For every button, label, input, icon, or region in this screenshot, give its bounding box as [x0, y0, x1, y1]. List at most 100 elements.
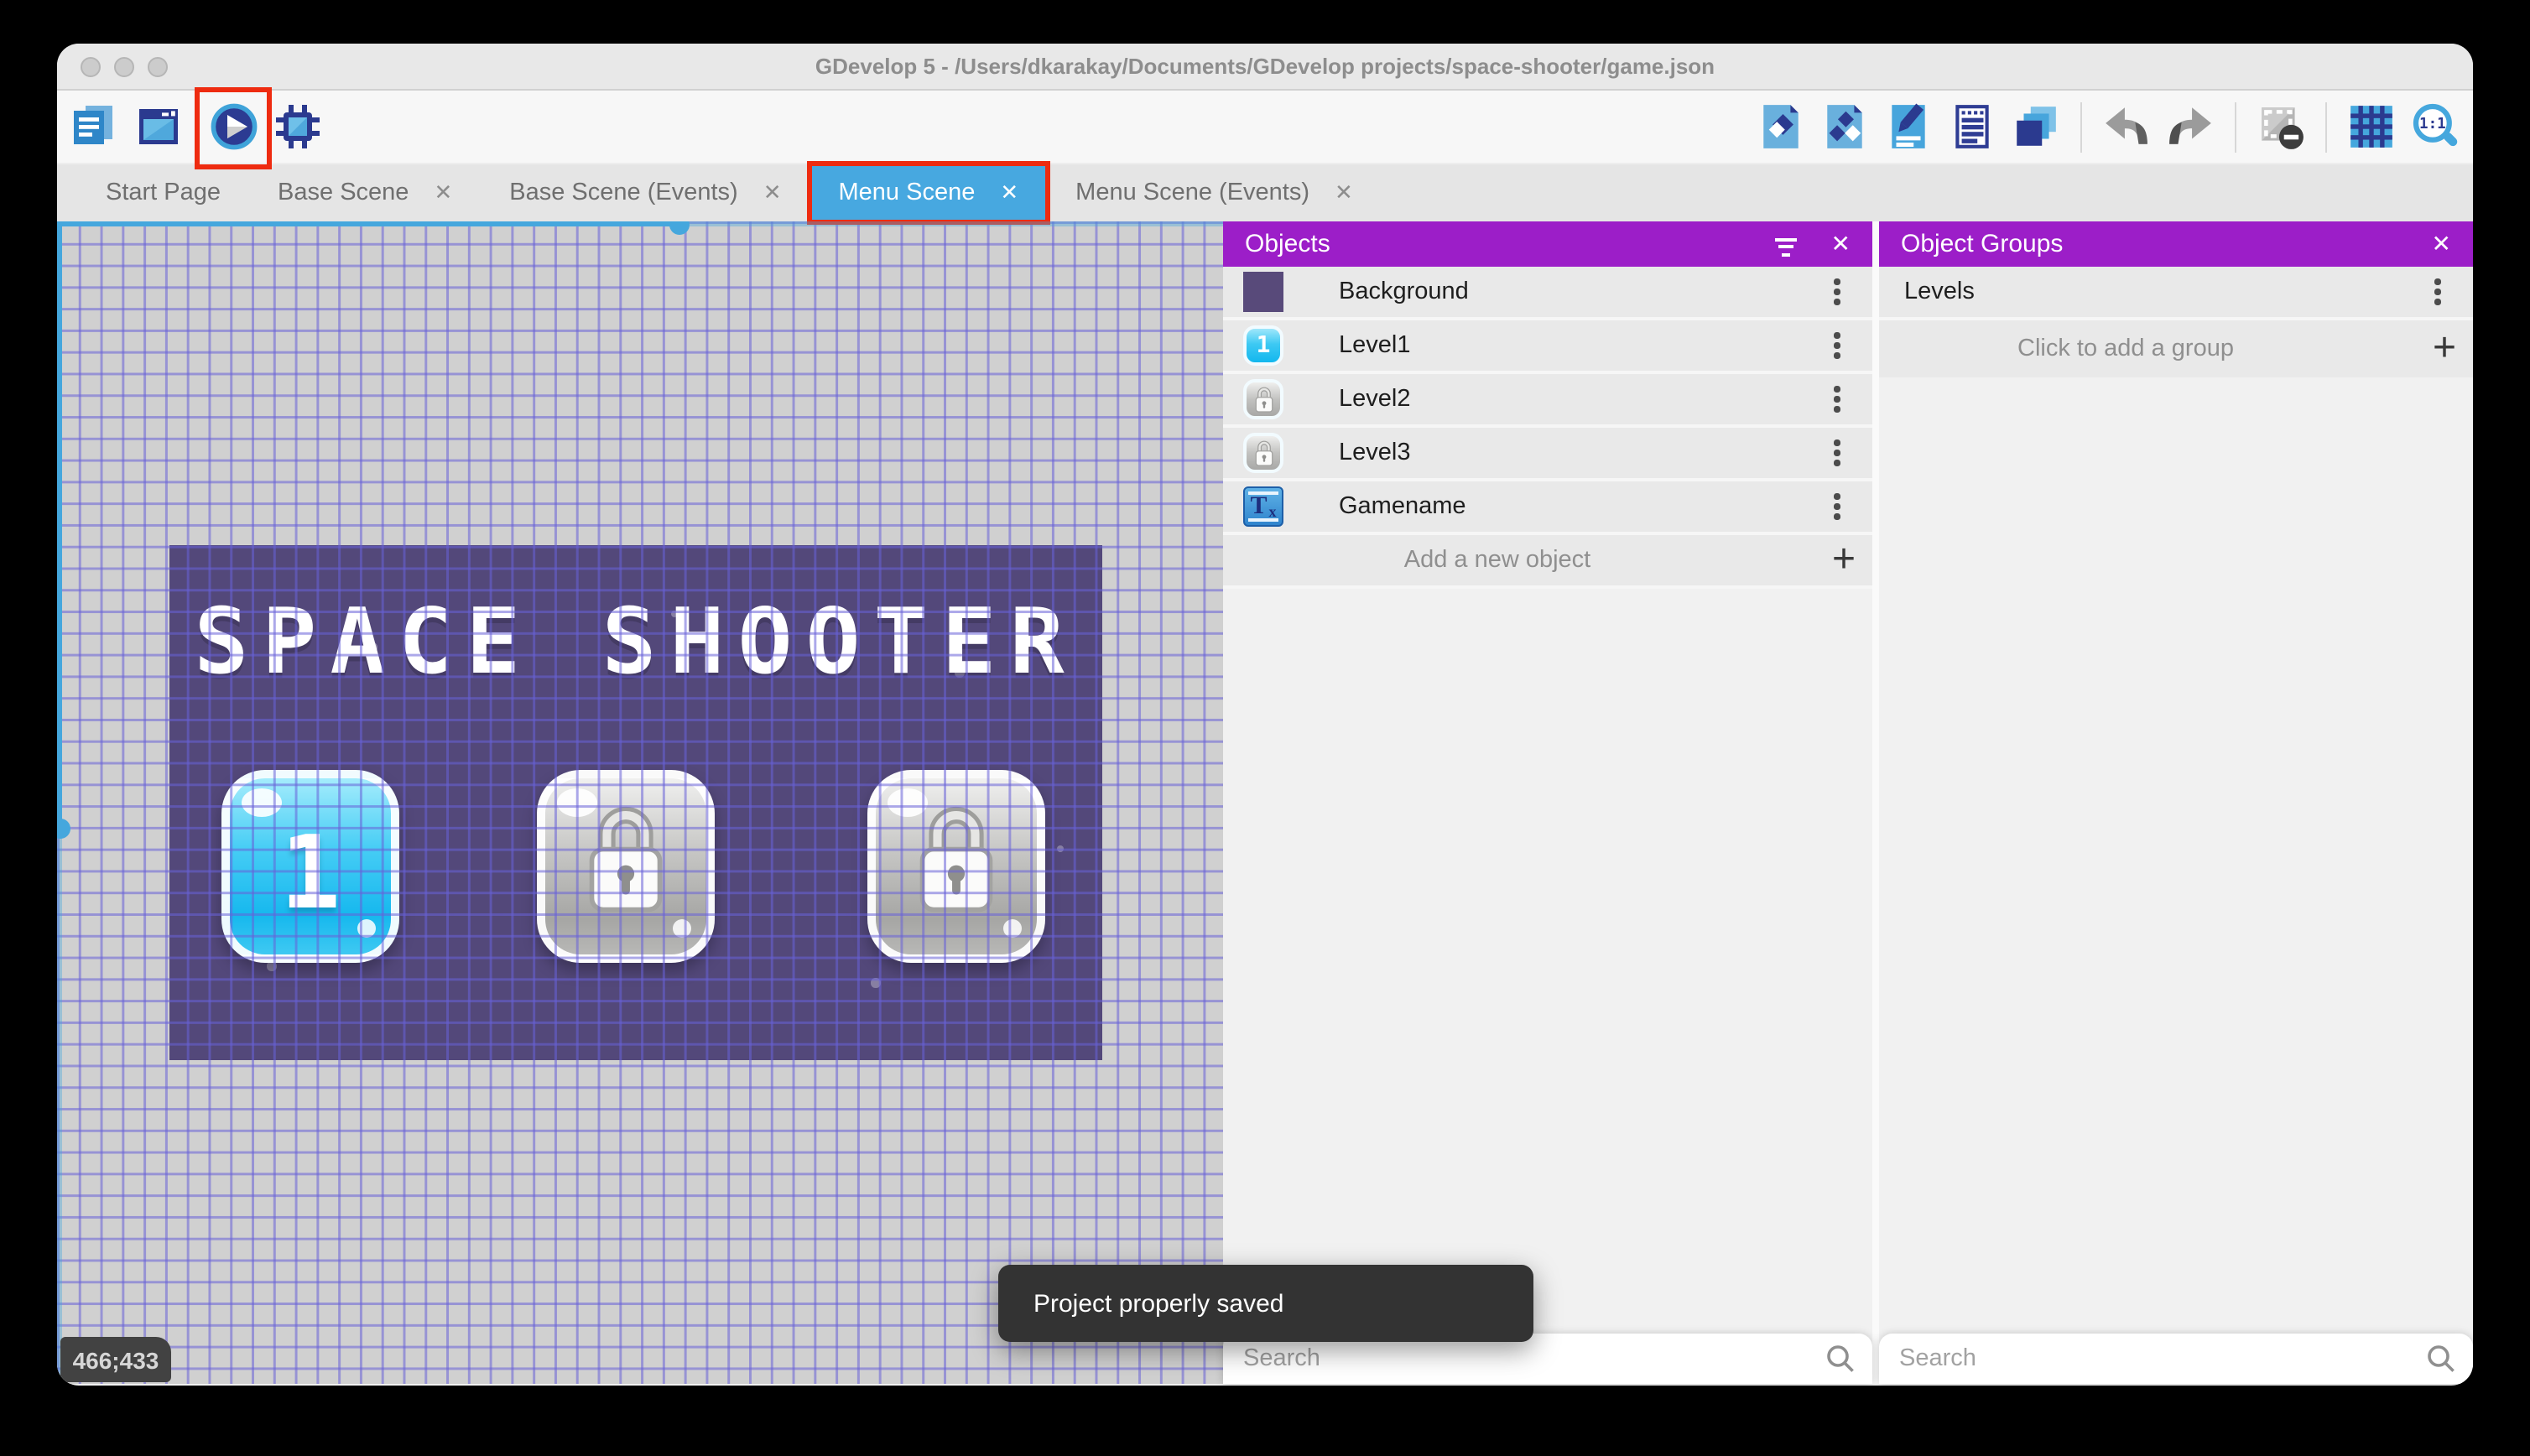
object-thumbnail — [1243, 433, 1283, 473]
scene-game-title-text[interactable]: SPACE SHOOTER — [169, 589, 1102, 694]
level3-button-instance[interactable] — [867, 770, 1045, 963]
properties-icon — [1892, 103, 1925, 148]
add-group-row[interactable]: Click to add a group + — [1879, 320, 2473, 377]
level1-button-instance[interactable]: 1 — [221, 770, 399, 963]
tab-menu-scene-events[interactable]: Menu Scene (Events) ✕ — [1047, 164, 1382, 221]
window-controls — [81, 57, 168, 77]
object-name: Level1 — [1339, 332, 1411, 359]
window-close-button[interactable] — [81, 57, 101, 77]
plus-icon[interactable]: + — [1832, 539, 1856, 580]
tab-menu-scene[interactable]: Menu Scene ✕ — [806, 161, 1051, 225]
tab-close-icon[interactable]: ✕ — [763, 179, 782, 206]
add-group-label: Click to add a group — [2017, 335, 2234, 362]
panel-divider[interactable] — [1872, 221, 1879, 1384]
open-objects-editor-button[interactable] — [1757, 102, 1805, 151]
scene-toolbar-icons: 1:1 — [1757, 91, 2460, 163]
object-thumbnail: Tx — [1243, 486, 1283, 527]
zoom-reset-button[interactable]: 1:1 — [2411, 102, 2460, 151]
lock-icon — [545, 802, 706, 919]
open-properties-button[interactable] — [1884, 102, 1933, 151]
open-object-groups-editor-button[interactable] — [1820, 102, 1869, 151]
add-object-row[interactable]: Add a new object + — [1223, 535, 1872, 589]
kebab-menu-icon[interactable] — [1822, 490, 1852, 523]
object-row-level2[interactable]: Level2 — [1223, 374, 1872, 428]
object-groups-search-input[interactable] — [1879, 1334, 2413, 1384]
debugger-button[interactable] — [273, 102, 322, 151]
search-icon — [2428, 1345, 2455, 1372]
horizontal-scrollbar-thumb[interactable] — [669, 221, 690, 235]
vertical-scrollbar-thumb[interactable] — [57, 819, 70, 839]
titlebar: GDevelop 5 - /Users/dkarakay/Documents/G… — [57, 44, 2473, 91]
window-minimize-button[interactable] — [114, 57, 134, 77]
horizontal-scrollbar-track[interactable] — [57, 221, 679, 226]
toggle-grid-button[interactable] — [2347, 102, 2396, 151]
group-row-levels[interactable]: Levels — [1879, 267, 2473, 320]
project-manager-button[interactable] — [69, 102, 117, 151]
objects-panel-header: Objects ✕ — [1223, 221, 1872, 267]
filter-icon[interactable] — [1772, 231, 1799, 258]
kebab-menu-icon[interactable] — [2423, 275, 2453, 309]
object-row-level3[interactable]: Level3 — [1223, 428, 1872, 481]
tab-close-icon[interactable]: ✕ — [1335, 179, 1353, 206]
plus-icon[interactable]: + — [2433, 328, 2456, 369]
tab-base-scene-events[interactable]: Base Scene (Events) ✕ — [481, 164, 809, 221]
debug-icon — [276, 105, 320, 148]
toast-message: Project properly saved — [1033, 1289, 1284, 1318]
gdevelop-window: GDevelop 5 - /Users/dkarakay/Documents/G… — [57, 44, 2473, 1386]
object-row-background[interactable]: Background — [1223, 267, 1872, 320]
redo-button[interactable] — [2166, 102, 2215, 151]
svg-text:1:1: 1:1 — [2419, 116, 2446, 133]
object-name: Level3 — [1339, 439, 1411, 466]
editor-tabs: Start Page Base Scene ✕ Base Scene (Even… — [57, 161, 2473, 225]
toolbar-separator — [2080, 101, 2082, 152]
undo-icon — [2106, 107, 2147, 144]
object-groups-panel-header: Object Groups ✕ — [1879, 221, 2473, 267]
window-zoom-button[interactable] — [148, 57, 168, 77]
tab-base-scene[interactable]: Base Scene ✕ — [249, 164, 481, 221]
close-icon[interactable]: ✕ — [1831, 221, 1851, 267]
scene-background-instance[interactable]: SPACE SHOOTER 1 — [169, 545, 1102, 1060]
tab-close-icon[interactable]: ✕ — [434, 179, 452, 206]
close-icon[interactable]: ✕ — [2432, 221, 2451, 267]
add-object-label: Add a new object — [1403, 547, 1591, 574]
scene-stars — [169, 545, 173, 549]
save-toast: Project properly saved — [998, 1265, 1533, 1342]
kebab-menu-icon[interactable] — [1822, 275, 1852, 309]
object-groups-editor-icon — [1827, 105, 1862, 148]
preview-window-button[interactable] — [134, 102, 183, 151]
kebab-menu-icon[interactable] — [1822, 436, 1852, 470]
grid-icon — [2350, 106, 2392, 148]
zoom-one-to-one-icon: 1:1 — [2413, 103, 2458, 147]
vertical-scrollbar-track[interactable] — [57, 827, 62, 1384]
undo-button[interactable] — [2102, 102, 2151, 151]
tab-start-page[interactable]: Start Page — [77, 164, 249, 221]
tab-label: Menu Scene — [838, 179, 976, 206]
kebab-menu-icon[interactable] — [1822, 329, 1852, 362]
object-name: Gamename — [1339, 493, 1466, 520]
object-thumbnail — [1243, 272, 1283, 312]
instances-list-icon — [1955, 105, 1989, 148]
objects-panel: Objects ✕ Background 1 Level1 Level2 Lev… — [1223, 221, 1872, 1384]
vertical-scrollbar-track[interactable] — [57, 221, 62, 827]
scene-editor-canvas[interactable]: SPACE SHOOTER 1 466;433 — [57, 221, 1223, 1384]
object-row-gamename[interactable]: Tx Gamename — [1223, 481, 1872, 535]
open-instances-list-button[interactable] — [1948, 102, 1996, 151]
toolbar-separator — [2325, 101, 2327, 152]
level2-button-instance[interactable] — [537, 770, 715, 963]
scene-window-icon — [139, 109, 178, 144]
level-number-label: 1 — [279, 814, 341, 932]
kebab-menu-icon[interactable] — [1822, 382, 1852, 416]
open-layers-editor-button[interactable] — [2012, 102, 2060, 151]
toggle-instances-mask-button[interactable] — [2257, 102, 2305, 151]
window-title: GDevelop 5 - /Users/dkarakay/Documents/G… — [815, 54, 1715, 79]
objects-editor-icon — [1763, 105, 1799, 148]
play-preview-button[interactable] — [210, 102, 258, 151]
play-icon — [211, 103, 258, 150]
object-row-level1[interactable]: 1 Level1 — [1223, 320, 1872, 374]
search-icon — [1827, 1345, 1854, 1372]
layers-icon — [2017, 107, 2056, 146]
horizontal-scrollbar-track[interactable] — [679, 221, 1223, 226]
tab-label: Start Page — [106, 179, 221, 206]
toolbar: 1:1 — [57, 87, 2473, 169]
tab-close-icon[interactable]: ✕ — [1000, 179, 1018, 206]
